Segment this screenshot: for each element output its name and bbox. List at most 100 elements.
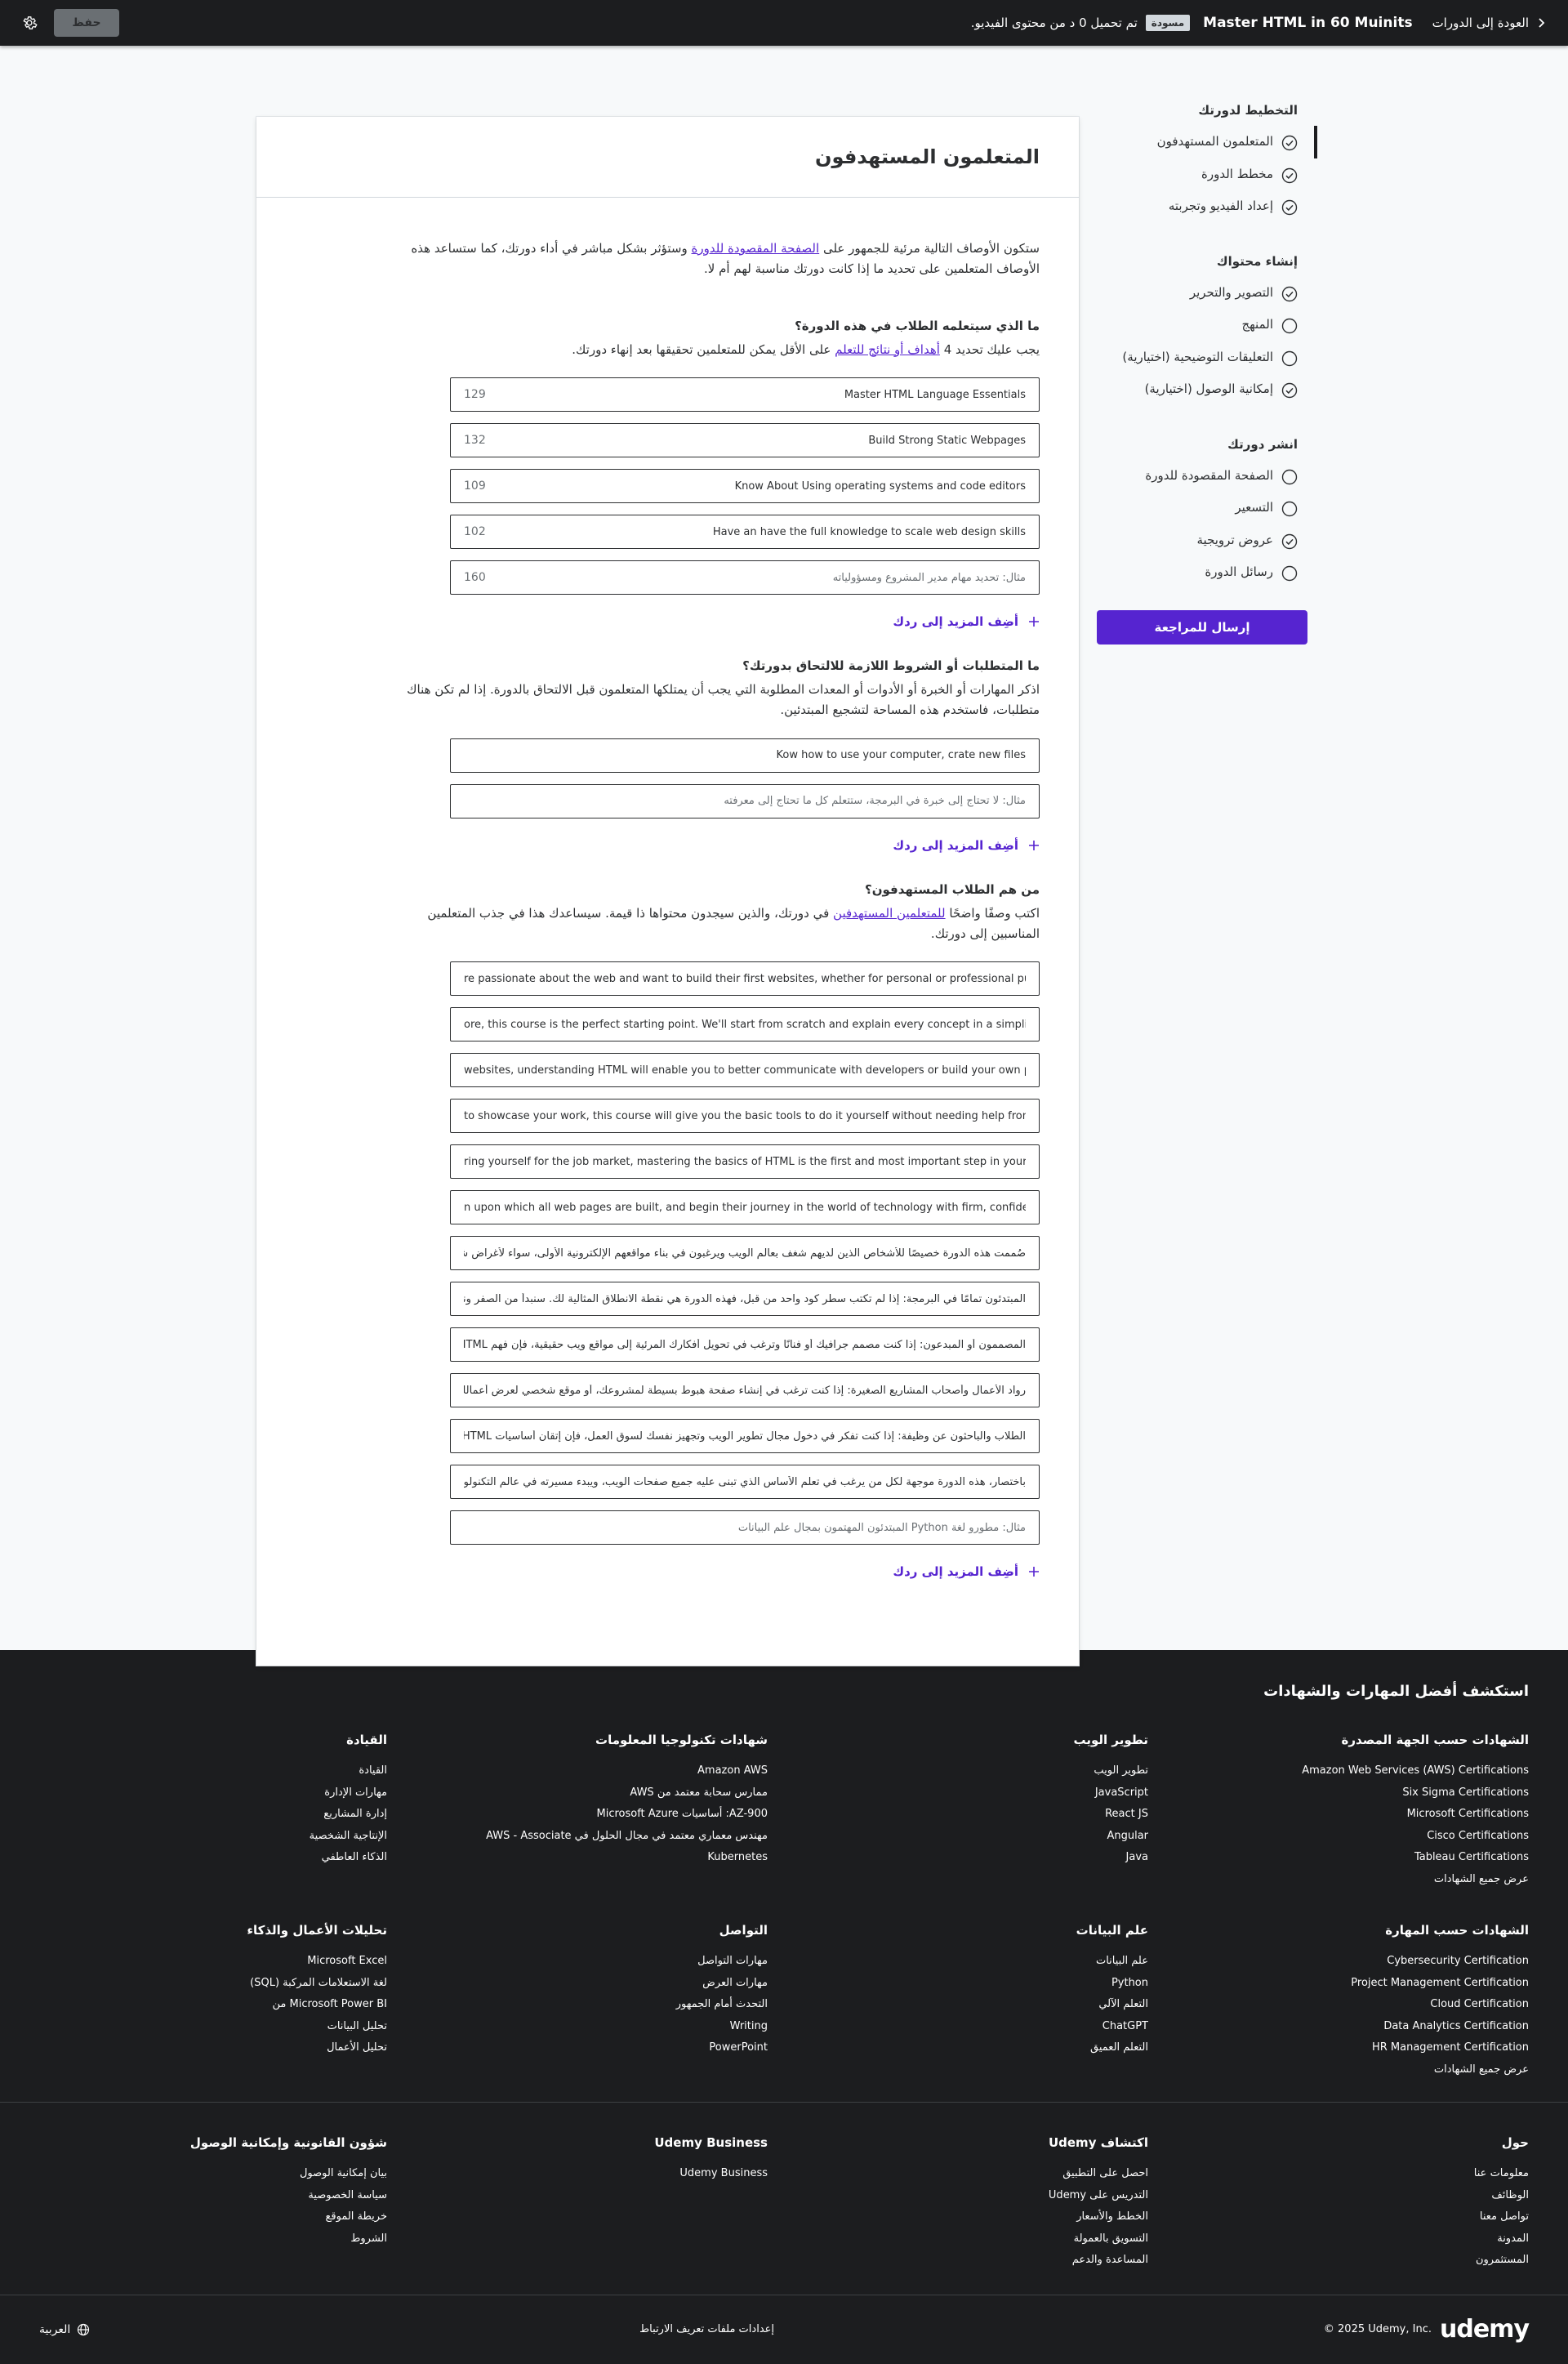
requirement-input[interactable]: Kow how to use your computer, crate new … (450, 738, 1040, 773)
objective-input[interactable]: Have an have the full knowledge to scale… (450, 515, 1040, 550)
audience-input[interactable]: الطلاب والباحثون عن وظيفة: إذا كنت تفكر … (450, 1419, 1040, 1454)
footer-link[interactable]: علم البيانات (800, 1951, 1148, 1973)
footer-link[interactable]: Angular (800, 1826, 1148, 1848)
footer-link[interactable]: Project Management Certification (1181, 1973, 1529, 1995)
sidebar-item[interactable]: التعليقات التوضيحية (اختيارية) (1069, 341, 1307, 374)
footer-link[interactable]: عرض جميع الشهادات (1181, 1869, 1529, 1891)
footer-link[interactable]: بيان إمكانية الوصول (39, 2163, 387, 2185)
audience-input[interactable]: رواد الأعمال وأصحاب المشاريع الصغيرة: إذ… (450, 1373, 1040, 1408)
learning-objectives-link[interactable]: أهداف أو نتائج للتعلم (835, 342, 940, 357)
footer-link[interactable]: Six Sigma Certifications (1181, 1782, 1529, 1804)
udemy-logo[interactable]: udemy (1440, 2315, 1530, 2344)
footer-link[interactable]: مهارات التواصل (420, 1951, 768, 1973)
footer-link[interactable]: مهارات العرض (420, 1973, 768, 1995)
footer-link[interactable]: التسويق بالعمولة (800, 2228, 1148, 2250)
objective-input[interactable]: Know About Using operating systems and c… (450, 469, 1040, 504)
gear-icon[interactable] (21, 15, 38, 31)
footer-link[interactable]: Amazon Web Services (AWS) Certifications (1181, 1760, 1529, 1782)
footer-link[interactable]: خريطة الموقع (39, 2206, 387, 2228)
audience-input[interactable]: صُممت هذه الدورة خصيصًا للأشخاص الذين لد… (450, 1236, 1040, 1271)
audience-input[interactable]: المصممون أو المبدعون: إذا كنت مصمم جرافي… (450, 1327, 1040, 1363)
footer-link[interactable]: Microsoft Certifications (1181, 1804, 1529, 1826)
audience-input[interactable]: to showcase your work, this course will … (450, 1099, 1040, 1134)
add-more-button[interactable]: أضِف المزيد إلى ردك (893, 830, 1040, 861)
footer-link[interactable]: Python (800, 1973, 1148, 1995)
footer-link[interactable]: التعلم العميق (800, 2037, 1148, 2059)
audience-input[interactable]: n upon which all web pages are built, an… (450, 1190, 1040, 1225)
footer-link[interactable]: تحليل البيانات (39, 2016, 387, 2038)
footer-link[interactable]: Cloud Certification (1181, 1994, 1529, 2016)
footer-link[interactable]: تطوير الويب (800, 1760, 1148, 1782)
footer-link[interactable]: Data Analytics Certification (1181, 2016, 1529, 2038)
sidebar-item[interactable]: التصوير والتحرير (1069, 277, 1307, 310)
objective-input-empty[interactable]: مثال: تحديد مهام مدير المشروع ومسؤولياته… (450, 560, 1040, 595)
sidebar-item[interactable]: إعداد الفيديو وتجربته (1069, 190, 1307, 223)
sidebar-item[interactable]: إمكانية الوصول (اختيارية) (1069, 373, 1307, 406)
footer-link[interactable]: احصل على التطبيق (800, 2163, 1148, 2185)
footer-link[interactable]: عرض جميع الشهادات (1181, 2059, 1529, 2081)
footer-link[interactable]: ChatGPT (800, 2016, 1148, 2038)
sidebar-item[interactable]: الصفحة المقصودة للدورة (1069, 460, 1307, 493)
footer-link[interactable]: Cybersecurity Certification (1181, 1951, 1529, 1973)
objective-input[interactable]: Build Strong Static Webpages 132 (450, 423, 1040, 458)
footer-link[interactable]: الخطط والأسعار (800, 2206, 1148, 2228)
audience-input[interactable]: ore, this course is the perfect starting… (450, 1007, 1040, 1042)
footer-link[interactable]: Writing (420, 2016, 768, 2038)
audience-input[interactable]: المبتدئون تمامًا في البرمجة: إذا لم تكتب… (450, 1282, 1040, 1317)
audience-input[interactable]: ring yourself for the job market, master… (450, 1144, 1040, 1180)
footer-link[interactable]: Java (800, 1847, 1148, 1869)
footer-link[interactable]: سياسة الخصوصية (39, 2185, 387, 2207)
footer-link[interactable]: إدارة المشاريع (39, 1804, 387, 1826)
sidebar-item[interactable]: عروض ترويجية (1069, 524, 1307, 557)
language-selector[interactable]: العربية (39, 2323, 90, 2336)
sidebar-item[interactable]: المتعلمون المستهدفون (1069, 126, 1317, 158)
footer-link[interactable]: الشروط (39, 2228, 387, 2250)
footer-link[interactable]: HR Management Certification (1181, 2037, 1529, 2059)
audience-input[interactable]: re passionate about the web and want to … (450, 961, 1040, 997)
footer-link[interactable]: Microsoft Power BI من (39, 1994, 387, 2016)
footer-link[interactable]: التعلم الآلي (800, 1994, 1148, 2016)
footer-link[interactable]: معلومات عنا (1181, 2163, 1529, 2185)
footer-link[interactable]: القيادة (39, 1760, 387, 1782)
footer-link[interactable]: React JS (800, 1804, 1148, 1826)
back-to-courses-link[interactable]: العودة إلى الدورات (1432, 16, 1547, 30)
save-button[interactable]: حفظ (54, 9, 119, 37)
sidebar-item[interactable]: رسائل الدورة (1069, 556, 1307, 589)
add-more-button[interactable]: أضِف المزيد إلى ردك (893, 1556, 1040, 1587)
footer-link[interactable]: تحليل الأعمال (39, 2037, 387, 2059)
landing-page-link[interactable]: الصفحة المقصودة للدورة (692, 241, 820, 256)
footer-link[interactable]: Tableau Certifications (1181, 1847, 1529, 1869)
objective-input[interactable]: Master HTML Language Essentials 129 (450, 377, 1040, 413)
footer-link[interactable]: الوظائف (1181, 2185, 1529, 2207)
footer-link[interactable]: المستثمرون (1181, 2250, 1529, 2272)
submit-for-review-button[interactable]: إرسال للمراجعة (1097, 609, 1307, 645)
footer-link[interactable]: الإنتاجية الشخصية (39, 1826, 387, 1848)
footer-link[interactable]: التدريس على Udemy (800, 2185, 1148, 2207)
footer-link[interactable]: المساعدة والدعم (800, 2250, 1148, 2272)
footer-link[interactable]: Kubernetes (420, 1847, 768, 1869)
footer-link[interactable]: Amazon AWS (420, 1760, 768, 1782)
add-more-button[interactable]: أضِف المزيد إلى ردك (893, 606, 1040, 637)
footer-link[interactable]: Microsoft Excel (39, 1951, 387, 1973)
footer-link[interactable]: ممارس سحابة معتمد من AWS (420, 1782, 768, 1804)
requirement-input-empty[interactable]: مثال: لا تحتاج إلى خبرة في البرمجة، ستتع… (450, 783, 1040, 818)
footer-link[interactable]: مهندس معماري معتمد في مجال الحلول في AWS… (420, 1826, 768, 1848)
audience-input[interactable]: باختصار، هذه الدورة موجهة لكل من يرغب في… (450, 1465, 1040, 1500)
footer-link[interactable]: التحدث أمام الجمهور (420, 1994, 768, 2016)
audience-input[interactable]: websites, understanding HTML will enable… (450, 1053, 1040, 1088)
footer-link[interactable]: JavaScript (800, 1782, 1148, 1804)
footer-link[interactable]: تواصل معنا (1181, 2206, 1529, 2228)
cookie-settings-link[interactable]: إعدادات ملفات تعريف الارتباط (639, 2323, 774, 2335)
footer-link[interactable]: AZ-900: أساسيات Microsoft Azure (420, 1804, 768, 1826)
target-learners-link[interactable]: للمتعلمين المستهدفين (833, 906, 946, 921)
sidebar-item[interactable]: مخطط الدورة (1069, 158, 1307, 191)
footer-link[interactable]: الذكاء العاطفي (39, 1847, 387, 1869)
sidebar-item[interactable]: التسعير (1069, 492, 1307, 524)
footer-link[interactable]: PowerPoint (420, 2037, 768, 2059)
footer-link[interactable]: مهارات الإدارة (39, 1782, 387, 1804)
footer-link[interactable]: Udemy Business (420, 2163, 768, 2185)
footer-link[interactable]: لغة الاستعلامات المركبة (SQL) (39, 1973, 387, 1995)
sidebar-item[interactable]: المنهج (1069, 309, 1307, 341)
footer-link[interactable]: المدونة (1181, 2228, 1529, 2250)
audience-input-empty[interactable]: مثال: مطورو لغة Python المبتدئون المهتمو… (450, 1510, 1040, 1546)
